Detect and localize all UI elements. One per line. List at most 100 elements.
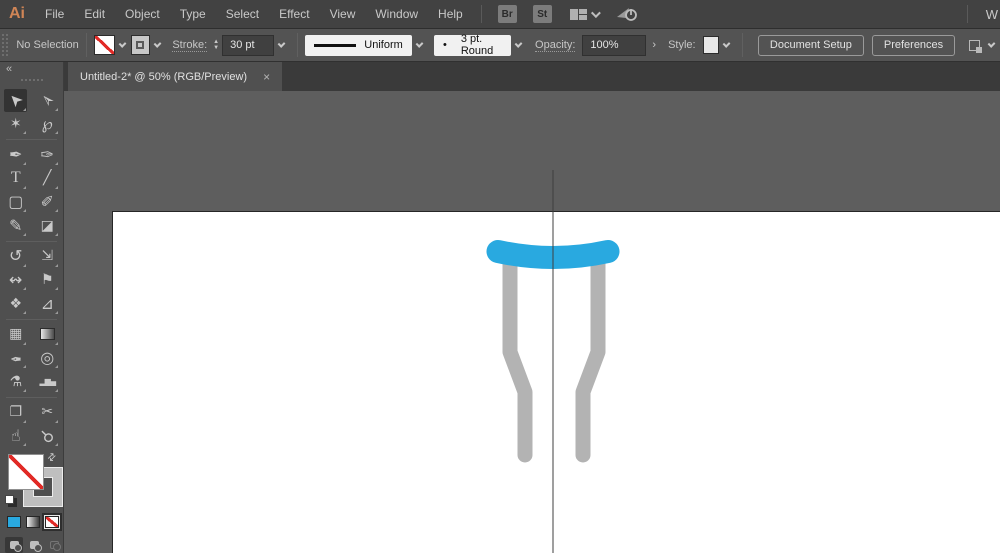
stroke-swatch[interactable]	[130, 35, 151, 55]
close-tab-icon[interactable]: ×	[263, 70, 270, 84]
pen-tool[interactable]: ✒	[4, 143, 27, 166]
draw-normal-button[interactable]	[5, 537, 23, 553]
color-swatch-button[interactable]	[7, 516, 21, 529]
stroke-weight-stepper[interactable]: ▲ ▼	[213, 39, 219, 51]
stroke-label[interactable]: Stroke:	[172, 39, 208, 52]
document-setup-button[interactable]: Document Setup	[757, 34, 864, 56]
shaper-tool[interactable]: ✎	[4, 214, 27, 237]
mesh-tool[interactable]: ▦	[4, 323, 27, 346]
stool-left-leg[interactable]	[502, 254, 533, 463]
brush-name: 3 pt. Round	[460, 33, 494, 57]
stroke-square-icon	[136, 41, 145, 49]
width-tool-icon: ↭	[9, 269, 23, 289]
width-profile-dropdown[interactable]: Uniform	[305, 34, 412, 56]
rotate-tool[interactable]: ↺	[4, 245, 27, 268]
gpu-performance-icon[interactable]	[616, 6, 638, 22]
menu-window[interactable]: Window	[365, 0, 428, 28]
menu-effect[interactable]: Effect	[269, 0, 319, 28]
chevron-down-icon[interactable]	[987, 40, 996, 48]
eyedropper-tool[interactable]: ✒	[4, 346, 27, 369]
opacity-options-arrow[interactable]: ›	[646, 39, 662, 51]
curvature-tool-icon: ✑	[40, 144, 54, 164]
menu-select[interactable]: Select	[216, 0, 269, 28]
slice-tool-icon: ✂	[41, 404, 54, 421]
stock-button[interactable]: St	[532, 5, 552, 23]
divider	[85, 33, 87, 57]
fill-stroke-proxy: ⇄	[0, 451, 63, 509]
scale-tool[interactable]: ⇲	[36, 245, 59, 268]
chevron-down-icon[interactable]	[415, 40, 424, 48]
chevron-down-icon[interactable]	[722, 40, 731, 48]
paintbrush-tool[interactable]: ✐	[36, 190, 59, 213]
swap-fill-stroke-icon[interactable]: ⇄	[45, 451, 59, 465]
panel-grip[interactable]	[2, 34, 9, 56]
stool-right-leg[interactable]	[575, 254, 606, 463]
menu-file[interactable]: File	[35, 0, 74, 28]
blend-tool[interactable]: ◎	[36, 346, 59, 369]
fill-color-control[interactable]	[8, 454, 44, 491]
chevron-down-icon[interactable]	[590, 7, 601, 18]
bridge-button[interactable]: Br	[497, 5, 517, 23]
align-panel-icon[interactable]	[969, 39, 982, 53]
style-swatch[interactable]	[702, 36, 719, 54]
magic-wand-tool-icon: ✶	[9, 115, 22, 132]
fill-none-swatch[interactable]	[93, 35, 115, 55]
illustrator-logo: Ai	[9, 5, 25, 22]
menu-edit[interactable]: Edit	[74, 0, 115, 28]
arrange-documents-icon[interactable]	[569, 8, 587, 20]
color-mode-row	[0, 509, 63, 531]
tool-group-divider	[6, 396, 57, 398]
chevron-down-icon[interactable]	[118, 40, 127, 48]
gradient-swatch-button[interactable]	[26, 516, 40, 529]
document-tab[interactable]: Untitled-2* @ 50% (RGB/Preview) ×	[68, 62, 283, 91]
symbol-sprayer-tool[interactable]: ⚗	[4, 370, 27, 393]
column-graph-tool[interactable]: ▂▆▄	[36, 370, 59, 393]
chevron-down-icon[interactable]	[514, 40, 523, 48]
symbol-sprayer-tool-icon: ⚗	[9, 373, 23, 390]
perspective-grid-tool[interactable]: ⊿	[36, 292, 59, 315]
shape-builder-tool-icon: ❖	[9, 295, 23, 312]
direct-selection-tool[interactable]: ➢	[35, 89, 59, 112]
puppet-warp-tool[interactable]: ⚑	[36, 268, 59, 291]
shape-builder-tool[interactable]: ❖	[4, 292, 27, 315]
panel-grip[interactable]	[20, 78, 43, 87]
menu-type[interactable]: Type	[170, 0, 216, 28]
rectangle-tool[interactable]: ▢	[4, 190, 27, 213]
menu-view[interactable]: View	[320, 0, 366, 28]
collapse-panel-icon[interactable]: «	[6, 63, 12, 75]
lasso-tool[interactable]: ℘	[36, 112, 59, 135]
opacity-label[interactable]: Opacity:	[535, 39, 576, 52]
selection-tool[interactable]: ➤	[4, 88, 28, 112]
type-tool-icon: T	[10, 169, 21, 187]
mesh-tool-icon: ▦	[9, 326, 23, 343]
canvas-area[interactable]	[64, 91, 1000, 553]
line-segment-tool[interactable]: ╱	[36, 167, 59, 190]
artboard-tool[interactable]: ❐	[4, 401, 27, 424]
magic-wand-tool[interactable]: ✶	[4, 112, 27, 135]
menu-help[interactable]: Help	[428, 0, 473, 28]
stepper-down-icon[interactable]: ▼	[213, 45, 219, 51]
chevron-down-icon[interactable]	[277, 40, 286, 48]
brush-dropdown[interactable]: • 3 pt. Round	[433, 33, 511, 57]
chevron-down-icon[interactable]	[153, 40, 162, 48]
window-title-fragment: W	[985, 6, 998, 22]
menu-object[interactable]: Object	[115, 0, 170, 28]
rotate-tool-icon: ↺	[9, 246, 23, 266]
gradient-tool[interactable]	[36, 323, 59, 346]
draw-inside-button[interactable]	[45, 537, 63, 553]
stroke-weight-field[interactable]: 30 pt	[222, 34, 275, 56]
width-tool[interactable]: ↭	[4, 268, 27, 291]
draw-behind-button[interactable]	[25, 537, 43, 553]
default-fill-stroke-icon[interactable]	[5, 495, 14, 505]
tool-group-divider	[6, 139, 57, 141]
none-swatch-button[interactable]	[45, 516, 59, 529]
hand-tool[interactable]: ☝	[4, 424, 27, 447]
type-tool[interactable]: T	[4, 167, 27, 190]
opacity-field[interactable]: 100%	[582, 34, 647, 56]
eraser-tool[interactable]: ◪	[36, 214, 59, 237]
zoom-tool[interactable]: ⚲	[36, 424, 59, 447]
curvature-tool[interactable]: ✑	[36, 143, 59, 166]
preferences-button[interactable]: Preferences	[871, 34, 956, 56]
selection-status: No Selection	[16, 39, 79, 51]
slice-tool[interactable]: ✂	[36, 401, 59, 424]
